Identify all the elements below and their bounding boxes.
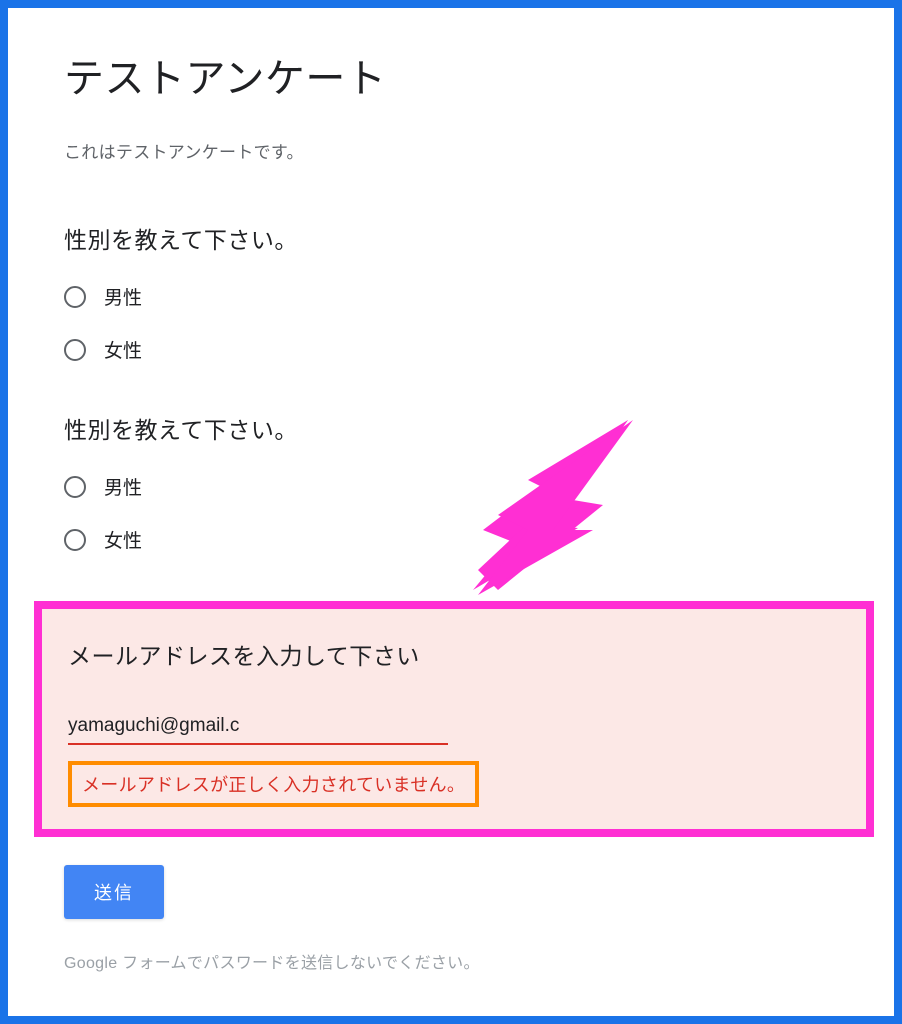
- radio-icon: [64, 529, 86, 551]
- email-error-highlight: メールアドレスが正しく入力されていません。: [68, 761, 479, 807]
- form-description: これはテストアンケートです。: [64, 138, 844, 163]
- submit-button[interactable]: 送信: [64, 865, 164, 919]
- submit-row: 送信: [64, 865, 844, 919]
- radio-option-male[interactable]: 男性: [64, 283, 844, 310]
- email-question-highlight: メールアドレスを入力して下さい メールアドレスが正しく入力されていません。: [34, 601, 874, 837]
- email-error-text: メールアドレスが正しく入力されていません。: [82, 775, 465, 795]
- radio-option-male[interactable]: 男性: [64, 473, 844, 500]
- radio-label: 男性: [104, 283, 142, 310]
- radio-icon: [64, 476, 86, 498]
- question-gender-1: 性別を教えて下さい。 男性 女性: [64, 221, 844, 363]
- question-title: 性別を教えて下さい。: [64, 411, 844, 445]
- radio-icon: [64, 286, 86, 308]
- email-input-wrapper: [68, 711, 448, 745]
- radio-label: 男性: [104, 473, 142, 500]
- email-input[interactable]: [68, 711, 448, 745]
- question-gender-2: 性別を教えて下さい。 男性 女性: [64, 411, 844, 553]
- form-title: テストアンケート: [64, 46, 844, 104]
- email-question-title: メールアドレスを入力して下さい: [68, 637, 840, 671]
- radio-option-female[interactable]: 女性: [64, 526, 844, 553]
- question-title: 性別を教えて下さい。: [64, 221, 844, 255]
- radio-label: 女性: [104, 526, 142, 553]
- radio-icon: [64, 339, 86, 361]
- radio-option-female[interactable]: 女性: [64, 336, 844, 363]
- radio-label: 女性: [104, 336, 142, 363]
- form-content: テストアンケート これはテストアンケートです。 性別を教えて下さい。 男性 女性…: [8, 46, 894, 973]
- form-frame: テストアンケート これはテストアンケートです。 性別を教えて下さい。 男性 女性…: [0, 0, 902, 1024]
- footer-note: Google フォームでパスワードを送信しないでください。: [64, 949, 844, 973]
